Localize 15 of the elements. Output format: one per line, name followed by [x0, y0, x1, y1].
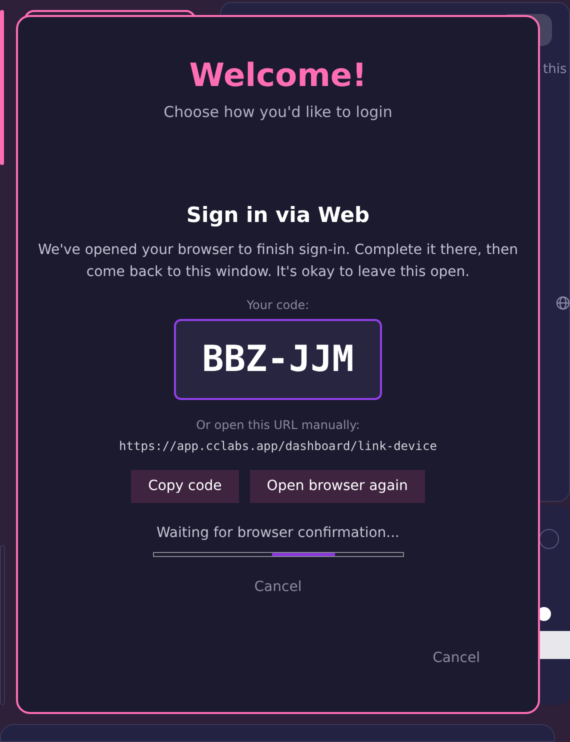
hint-text: this: [543, 61, 567, 79]
instructions-text: We've opened your browser to finish sign-in. Complete it there, then come back to this window. It's okay to leave this open.: [38, 241, 518, 282]
url-text: https://app.cclabs.app/dashboard/link-device: [119, 438, 437, 455]
dialog-subtitle: Choose how you'd like to login: [164, 102, 392, 123]
dialog-title: Welcome!: [189, 55, 367, 95]
copy-code-button[interactable]: Copy code: [131, 470, 239, 503]
cancel-button[interactable]: Cancel: [432, 648, 480, 669]
url-label: Or open this URL manually:: [196, 417, 360, 434]
globe-icon: [556, 295, 570, 311]
code-label: Your code:: [246, 297, 310, 314]
cancel-link[interactable]: Cancel: [254, 577, 302, 598]
section-title: Sign in via Web: [186, 202, 370, 228]
open-browser-button[interactable]: Open browser again: [250, 470, 425, 503]
status-text: Waiting for browser confirmation...: [156, 524, 400, 543]
device-code: BBZ-JJM: [174, 319, 382, 400]
